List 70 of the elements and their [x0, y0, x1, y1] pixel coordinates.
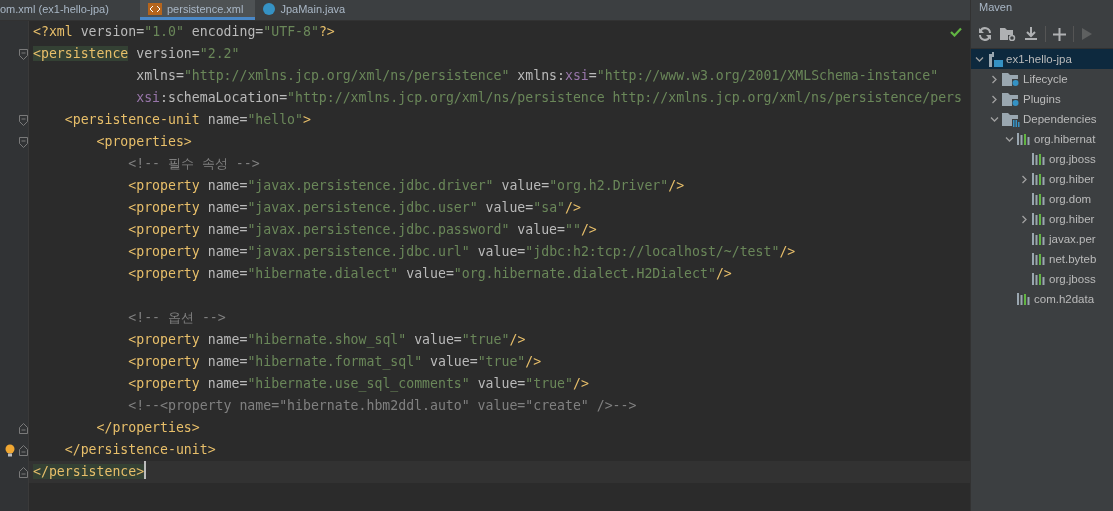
code-line: </properties>: [96, 419, 200, 437]
tree-item[interactable]: org.hiber: [971, 169, 1113, 189]
editor-tab[interactable]: persistence.xml: [140, 0, 256, 20]
tree-item[interactable]: org.jboss: [971, 149, 1113, 169]
class-file-icon: [263, 2, 276, 15]
chevron-down-icon[interactable]: [990, 114, 999, 124]
code-line: <property name="hibernate.show_sql" value="true"/>: [128, 331, 526, 350]
tree-item[interactable]: org.jboss: [971, 269, 1113, 289]
code-line: <persistence-unit name="hello">: [64, 111, 311, 129]
library-icon: [1032, 173, 1046, 185]
checkmark-icon[interactable]: [950, 27, 962, 37]
fold-icon[interactable]: [19, 422, 28, 434]
code-line: <property name="javax.persistence.jdbc.user" value="sa"/>: [128, 199, 581, 217]
code-line: <!--<property name="hibernate.hbm2ddl.auto" value="create" />-->: [128, 397, 637, 415]
code-line: <property name="hibernate.dialect" value="org.hibernate.dialect.H2Dialect"/>: [128, 265, 732, 283]
library-icon: [1032, 253, 1046, 265]
library-icon: [1032, 233, 1046, 245]
code-line: <property name="hibernate.format_sql" value="true"/>: [128, 353, 542, 372]
folder-library-icon: [1002, 111, 1020, 127]
fold-icon[interactable]: [19, 114, 28, 126]
code-line: <!-- 필수 속성 -->: [128, 155, 260, 173]
code-line: <property name="javax.persistence.jdbc.driver" value="org.h2.Driver"/>: [128, 177, 685, 195]
panel-title: Maven: [978, 0, 1013, 15]
code-line: <property name="hibernate.use_sql_comments" value="true"/>: [128, 375, 589, 394]
code-line: <property name="javax.persistence.jdbc.password" value=""/>: [128, 221, 597, 239]
tree-item[interactable]: org.hibernat: [971, 129, 1113, 149]
library-icon: [1032, 213, 1046, 225]
tree-item[interactable]: org.dom: [971, 189, 1113, 209]
code-line: xmlns="http://xmlns.jcp.org/xml/ns/persistence" xmlns:xsi="http://www.w3.org/2001/XMLSchema-instance": [136, 67, 939, 85]
tree-item[interactable]: Dependencies: [971, 109, 1113, 129]
tree-item[interactable]: Plugins: [971, 89, 1113, 109]
add-button[interactable]: [1052, 26, 1067, 42]
code-line: <persistence version="2.2": [33, 45, 240, 63]
chevron-down-icon[interactable]: [975, 54, 984, 64]
editor-tab[interactable]: om.xml (ex1-hello-jpa): [0, 0, 140, 20]
code-line: <property name="javax.persistence.jdbc.url" value="jdbc:h2:tcp://localhost/~/test"/>: [128, 243, 796, 261]
tree-item[interactable]: com.h2data: [971, 289, 1113, 309]
tree-item[interactable]: net.byteb: [971, 249, 1113, 269]
maven-project-icon: [987, 51, 1003, 67]
chevron-down-icon[interactable]: [1005, 134, 1014, 144]
chevron-right-icon[interactable]: [1020, 214, 1029, 224]
code-line: <?xml version="1.0" encoding="UTF-8"?>: [33, 23, 335, 41]
fold-icon[interactable]: [19, 136, 28, 148]
chevron-right-icon[interactable]: [1020, 174, 1029, 184]
tree-item[interactable]: org.hiber: [971, 209, 1113, 229]
library-icon: [1017, 293, 1031, 305]
code-line: </persistence-unit>: [64, 441, 216, 459]
chevron-right-icon[interactable]: [990, 94, 999, 104]
code-line: <properties>: [96, 133, 192, 151]
refresh-button[interactable]: [977, 26, 993, 42]
folder-gear-button[interactable]: [999, 26, 1017, 42]
fold-icon[interactable]: [19, 444, 28, 456]
xml-file-icon: [148, 2, 162, 15]
fold-icon[interactable]: [19, 48, 28, 60]
library-icon: [1032, 193, 1046, 205]
tree-item[interactable]: Lifecycle: [971, 69, 1113, 89]
folder-gear-icon: [1002, 71, 1020, 87]
fold-icon[interactable]: [19, 466, 28, 478]
code-line: <!-- 옵션 -->: [128, 309, 226, 327]
chevron-right-icon[interactable]: [990, 74, 999, 84]
library-icon: [1032, 273, 1046, 285]
lightbulb-icon[interactable]: [5, 443, 15, 457]
tree-item[interactable]: javax.per: [971, 229, 1113, 249]
download-button[interactable]: [1023, 26, 1039, 42]
tree-item[interactable]: ex1-hello-jpa: [971, 49, 1113, 69]
code-line: xsi:schemaLocation="http://xmlns.jcp.org/xml/ns/persistence http://xmlns.jcp.org/xml/ns/persistence/pers: [136, 89, 962, 107]
editor-tab[interactable]: JpaMain.java: [255, 0, 358, 20]
library-icon: [1032, 153, 1046, 165]
library-icon: [1017, 133, 1031, 145]
folder-gear-icon: [1002, 91, 1020, 107]
